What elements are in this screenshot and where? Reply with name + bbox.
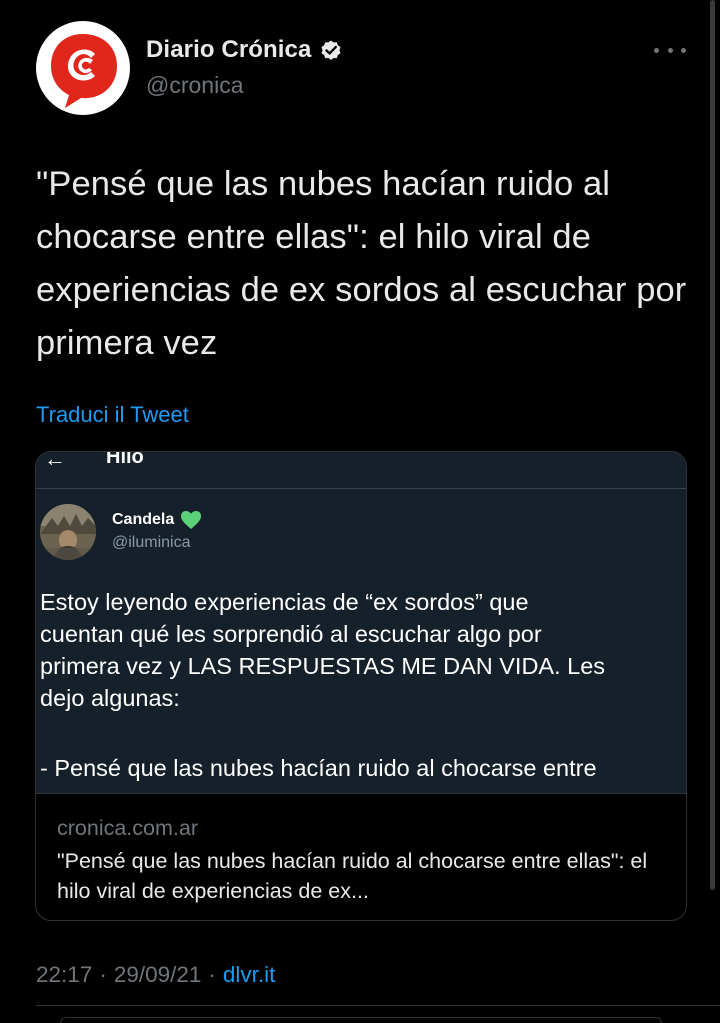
tweet-date[interactable]: 29/09/21 [114,962,202,988]
separator-dot: · [99,962,107,987]
back-arrow-icon: ← [44,452,66,471]
card-meta[interactable]: cronica.com.ar "Pensé que las nubes hací… [36,793,686,920]
more-options-icon[interactable] [654,40,686,60]
image-thread-title: Hilo [106,452,144,468]
author-display-name[interactable]: Diario Crónica [146,36,311,64]
author-handle[interactable]: @cronica [146,72,244,99]
next-card-edge [60,1017,662,1023]
translate-tweet-link[interactable]: Traduci il Tweet [36,402,189,428]
image-thread-text: Estoy leyendo experiencias de “ex sordos… [40,589,606,711]
tweet-time[interactable]: 22:17 [36,962,92,988]
cronica-logo-icon[interactable] [35,20,131,116]
image-author-avatar [40,504,96,560]
separator-dot: · [208,962,216,987]
author-name-row[interactable]: Diario Crónica [146,36,343,64]
image-author-row: Candela [112,510,202,530]
green-heart-icon [180,510,202,530]
scrollbar[interactable] [710,0,715,890]
link-preview-card[interactable]: ← Hilo Candela @iluminica Estoy leyendo … [35,451,687,921]
image-author-name: Candela [112,511,175,528]
tweet-text: "Pensé que las nubes hacían ruido al cho… [36,165,687,362]
verified-badge-icon [319,38,343,62]
image-author-handle: @iluminica [112,534,191,551]
tweet-header: Diario Crónica @cronica [0,0,720,140]
divider [36,1005,720,1006]
image-thread-header: ← Hilo [36,452,686,489]
card-title: "Pensé que las nubes hacían ruido al cho… [57,849,648,903]
tweet-timestamp-row: 22:17 · 29/09/21 · dlvr.it [36,962,275,988]
tweet-source-link[interactable]: dlvr.it [223,962,276,988]
card-image: ← Hilo Candela @iluminica Estoy leyendo … [36,452,686,793]
image-thread-text-cut: - Pensé que las nubes hacían ruido al ch… [40,755,597,781]
card-domain: cronica.com.ar [57,816,198,840]
